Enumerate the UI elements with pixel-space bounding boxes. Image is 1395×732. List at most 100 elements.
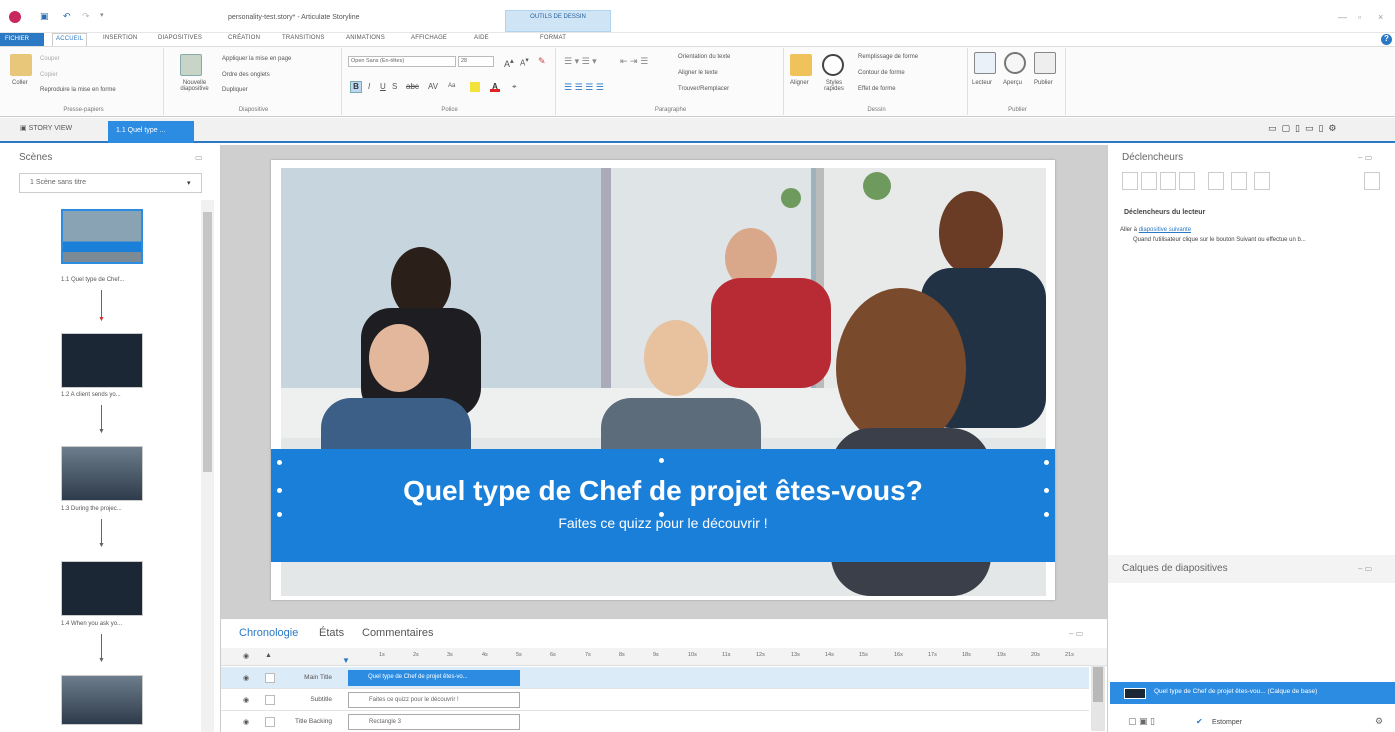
align-button[interactable]: Aligner	[790, 80, 809, 86]
timeline-bar-title-backing[interactable]: Rectangle 3	[348, 714, 520, 730]
duplicate-button[interactable]: Dupliquer	[222, 87, 248, 93]
new-slide-button[interactable]: Nouvelle diapositive	[172, 80, 217, 92]
slide-title[interactable]: Quel type de Chef de projet êtes-vous?	[271, 475, 1055, 507]
format-painter-button[interactable]: Reproduire la mise en forme	[40, 87, 116, 93]
copy-trigger-icon[interactable]	[1160, 172, 1176, 190]
menu-insert[interactable]: INSERTION	[103, 35, 137, 41]
trigger-goto[interactable]: Aller à diapositive suivante	[1120, 227, 1191, 233]
eye-icon[interactable]: ◉	[243, 696, 249, 704]
slide-subtitle[interactable]: Faites ce quizz pour le découvrir !	[271, 515, 1055, 531]
next-slide-link[interactable]: diapositive suivante	[1139, 227, 1191, 233]
panel-options-icon[interactable]: – ▭	[1358, 153, 1372, 162]
italic-icon[interactable]: I	[368, 82, 370, 91]
slide-thumbnail-2[interactable]	[61, 333, 143, 388]
strikethrough-icon[interactable]: abc	[406, 82, 419, 91]
selection-handle[interactable]	[659, 458, 664, 463]
layers-options-icon[interactable]: – ▭	[1358, 564, 1372, 573]
preview-icon[interactable]	[1004, 52, 1026, 74]
selection-handle[interactable]	[1044, 512, 1049, 517]
slide-thumbnail-5[interactable]	[61, 675, 143, 725]
preview-button[interactable]: Aperçu	[1003, 80, 1022, 86]
bold-icon[interactable]: B	[350, 81, 362, 93]
publish-button[interactable]: Publier	[1034, 80, 1053, 86]
slide-thumbnail-3[interactable]	[61, 446, 143, 501]
move-up-icon[interactable]	[1231, 172, 1247, 190]
apply-layout-button[interactable]: Appliquer la mise en page	[222, 56, 291, 62]
menu-help[interactable]: AIDE	[474, 35, 489, 41]
menu-slides[interactable]: DIAPOSITIVES	[158, 35, 202, 41]
menu-view[interactable]: AFFICHAGE	[411, 35, 447, 41]
copy-button[interactable]: Copier	[40, 72, 58, 78]
close-button[interactable]: ×	[1378, 12, 1383, 22]
lock-icon[interactable]: ▲	[265, 652, 272, 659]
menu-file[interactable]: FICHIER	[0, 33, 44, 46]
font-color-icon[interactable]: A	[490, 82, 500, 92]
grow-font-icon[interactable]: A▴	[504, 56, 514, 69]
slide-tab-active[interactable]: 1.1 Quel type ...	[108, 121, 194, 143]
help-icon[interactable]: ?	[1381, 34, 1392, 45]
base-layer-row[interactable]: Quel type de Chef de projet êtes-vou... …	[1110, 682, 1395, 704]
gear-icon[interactable]: ⚙	[1375, 716, 1383, 727]
tab-notes[interactable]: Commentaires	[362, 627, 434, 639]
player-icon[interactable]	[974, 52, 996, 74]
shape-effect-button[interactable]: Effet de forme	[858, 86, 896, 92]
bullets-icon[interactable]: ☰ ▾ ☰ ▾	[564, 56, 597, 67]
menu-design[interactable]: CRÉATION	[228, 35, 260, 41]
selection-handle[interactable]	[659, 512, 664, 517]
shape-fill-button[interactable]: Remplissage de forme	[858, 54, 918, 60]
paste-icon[interactable]	[10, 54, 32, 76]
timeline-scrollbar-thumb[interactable]	[1093, 667, 1103, 702]
spacing-icon[interactable]: AV	[428, 82, 438, 91]
save-icon[interactable]: ▣	[40, 11, 49, 23]
menu-transitions[interactable]: TRANSITIONS	[282, 35, 325, 41]
font-family-select[interactable]: Open Sans (En-têtes)	[348, 56, 456, 67]
format-painter-text-icon[interactable]: ⌖	[512, 82, 517, 92]
restore-button[interactable]: ▫	[1358, 12, 1361, 22]
new-slide-icon[interactable]	[180, 54, 202, 76]
scenes-scrollbar-thumb[interactable]	[203, 212, 212, 472]
shadow-icon[interactable]: S	[392, 82, 397, 91]
text-direction-button[interactable]: Orientation du texte	[678, 54, 730, 60]
player-button[interactable]: Lecteur	[972, 80, 992, 86]
tab-order-button[interactable]: Ordre des onglets	[222, 72, 270, 78]
timeline-bar-main-title[interactable]: Quel type de Chef de projet êtes-vo...	[348, 670, 520, 686]
redo-icon[interactable]: ↷	[82, 11, 90, 23]
selection-handle[interactable]	[277, 488, 282, 493]
publish-icon[interactable]	[1034, 52, 1056, 74]
slide-thumbnail-4[interactable]	[61, 561, 143, 616]
selection-handle[interactable]	[1044, 488, 1049, 493]
edit-trigger-icon[interactable]	[1141, 172, 1157, 190]
layer-toolbar-icons[interactable]: ▢ ▣ ▯	[1128, 716, 1155, 727]
move-down-icon[interactable]	[1254, 172, 1270, 190]
font-size-select[interactable]: 28	[458, 56, 494, 67]
tab-states[interactable]: États	[319, 627, 344, 639]
timeline-bar-subtitle[interactable]: Faites ce quizz pour le découvrir !	[348, 692, 520, 708]
eye-icon[interactable]: ◉	[243, 718, 249, 726]
checkmark-icon[interactable]: ✔	[1196, 717, 1203, 726]
chevron-down-icon[interactable]: ▾	[187, 179, 191, 187]
underline-icon[interactable]: U	[380, 82, 386, 91]
paste-trigger-icon[interactable]	[1179, 172, 1195, 190]
playhead-icon[interactable]: ▼	[342, 656, 350, 665]
story-view-tab[interactable]: ▣ STORY VIEW	[20, 124, 72, 132]
eye-icon[interactable]: ◉	[243, 674, 249, 682]
quick-access-dropdown-icon[interactable]: ▾	[100, 11, 104, 23]
indent-icon[interactable]: ⇤ ⇥ ☰	[620, 56, 648, 67]
delete-trigger-icon[interactable]	[1208, 172, 1224, 190]
pin-icon[interactable]: ▭	[195, 153, 203, 162]
quick-styles-icon[interactable]	[822, 54, 844, 76]
align-shapes-icon[interactable]	[790, 54, 812, 76]
menu-animations[interactable]: ANIMATIONS	[346, 35, 385, 41]
cut-button[interactable]: Couper	[40, 56, 60, 62]
paste-button[interactable]: Coller	[12, 80, 28, 86]
align-text-button[interactable]: Aligner le texte	[678, 70, 718, 76]
undo-icon[interactable]: ↶	[63, 11, 71, 23]
align-icons[interactable]: ☰ ☰ ☰ ☰	[564, 82, 604, 93]
shape-outline-button[interactable]: Contour de forme	[858, 70, 905, 76]
selection-handle[interactable]	[277, 512, 282, 517]
quick-styles-button[interactable]: Styles rapides	[819, 80, 849, 92]
menu-format[interactable]: FORMAT	[540, 35, 566, 41]
change-case-button[interactable]: Aa	[448, 83, 455, 89]
selection-handle[interactable]	[277, 460, 282, 465]
slide-thumbnail-1[interactable]	[61, 209, 143, 264]
